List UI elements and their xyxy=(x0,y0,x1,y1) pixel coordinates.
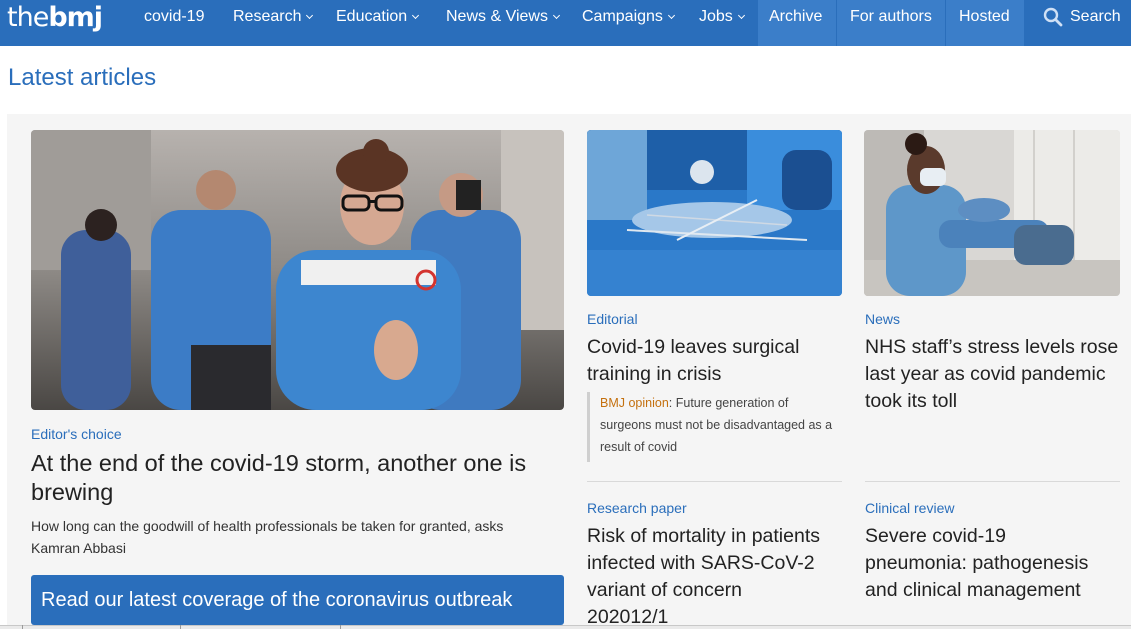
nav-covid-19[interactable]: covid-19 xyxy=(144,0,204,46)
article-image-nhs-staff[interactable] xyxy=(864,130,1120,296)
logo-text-the: the xyxy=(7,2,49,33)
nav-archive-label: Archive xyxy=(769,8,823,25)
article-kicker[interactable]: Research paper xyxy=(587,500,687,516)
nav-news-views[interactable]: News & Views xyxy=(446,0,561,46)
opinion-text: result of covid xyxy=(600,440,678,454)
article-kicker[interactable]: News xyxy=(865,311,900,327)
nav-hosted-label: Hosted xyxy=(959,8,1010,25)
nav-label: Campaigns xyxy=(582,8,663,25)
page-title: Latest articles xyxy=(8,64,157,91)
headline-line: took its toll xyxy=(865,390,958,412)
opinion-text: : Future generation of xyxy=(668,396,789,410)
opinion-line: BMJ opinion: Future generation of xyxy=(600,392,842,414)
logo-text-bmj: bmj xyxy=(48,2,103,33)
featured-headline[interactable]: At the end of the covid-19 storm, anothe… xyxy=(31,449,564,506)
nav-for-authors[interactable]: For authors xyxy=(837,0,945,46)
nav-hosted[interactable]: Hosted xyxy=(946,0,1024,46)
nhs-worker-photo xyxy=(864,130,1120,296)
nav-research[interactable]: Research xyxy=(233,0,314,46)
tab-separator xyxy=(22,625,23,629)
featured-headline-line: brewing xyxy=(31,478,114,505)
nav-for-authors-label: For authors xyxy=(850,8,932,25)
nav-archive[interactable]: Archive xyxy=(758,0,836,46)
chevron-down-icon xyxy=(667,11,675,20)
nav-jobs[interactable]: Jobs xyxy=(699,0,745,46)
chevron-down-icon xyxy=(737,11,745,20)
chevron-down-icon xyxy=(412,11,420,20)
search-icon xyxy=(1043,7,1063,27)
headline-line: infected with SARS-CoV-2 xyxy=(587,552,815,574)
article-headline[interactable]: NHS staff’s stress levels rose last year… xyxy=(865,334,1125,415)
headline-line: variant of concern xyxy=(587,579,743,601)
opinion-label: BMJ opinion xyxy=(600,396,669,410)
nav-label: Education xyxy=(336,8,408,25)
tab-separator xyxy=(340,625,341,629)
headline-line: and clinical management xyxy=(865,579,1081,601)
nav-label: Research xyxy=(233,8,302,25)
opinion-link[interactable]: BMJ opinion: Future generation of surgeo… xyxy=(587,392,842,462)
standfirst-line: How long can the goodwill of health prof… xyxy=(31,518,504,534)
article-kicker[interactable]: Clinical review xyxy=(865,500,954,516)
nav-label: covid-19 xyxy=(144,8,205,25)
article-kicker[interactable]: Editorial xyxy=(587,311,638,327)
nav-label: News & Views xyxy=(446,8,548,25)
headline-line: NHS staff’s stress levels rose xyxy=(865,336,1119,358)
opinion-text: surgeons must not be disadvantaged as a xyxy=(600,418,833,432)
tab-separator xyxy=(180,625,181,629)
divider xyxy=(865,481,1120,482)
article-headline[interactable]: Severe covid-19 pneumonia: pathogenesis … xyxy=(865,523,1125,604)
nav-education[interactable]: Education xyxy=(336,0,420,46)
nav-campaigns[interactable]: Campaigns xyxy=(582,0,675,46)
headline-line: Covid-19 leaves surgical xyxy=(587,336,800,358)
headline-line: pneumonia: pathogenesis xyxy=(865,552,1089,574)
featured-kicker[interactable]: Editor's choice xyxy=(31,426,122,442)
standfirst-line: Kamran Abbasi xyxy=(31,539,126,556)
search-label: Search xyxy=(1070,8,1121,25)
article-headline[interactable]: Risk of mortality in patients infected w… xyxy=(587,523,842,629)
headline-line: last year as covid pandemic xyxy=(865,363,1106,385)
bmj-logo[interactable]: the bmj xyxy=(7,2,103,36)
search-button[interactable]: Search xyxy=(1036,0,1131,46)
headline-line: Severe covid-19 xyxy=(865,525,1006,547)
featured-standfirst: How long can the goodwill of health prof… xyxy=(31,516,564,559)
divider xyxy=(587,481,842,482)
article-headline[interactable]: Covid-19 leaves surgical training in cri… xyxy=(587,334,842,388)
bottom-strip xyxy=(0,625,1131,629)
featured-headline-line: At the end of the covid-19 storm, anothe… xyxy=(31,450,527,476)
chevron-down-icon xyxy=(552,11,561,20)
nav-label: Jobs xyxy=(699,8,733,25)
chevron-down-icon xyxy=(306,11,314,20)
coronavirus-coverage-button[interactable]: Read our latest coverage of the coronavi… xyxy=(31,575,564,625)
surgery-photo xyxy=(587,130,842,296)
nurse-photo xyxy=(31,130,564,410)
headline-line: training in crisis xyxy=(587,363,722,385)
featured-article-image[interactable] xyxy=(31,130,564,410)
headline-line: Risk of mortality in patients xyxy=(587,525,821,547)
article-image-surgery[interactable] xyxy=(587,130,842,296)
top-navigation: the bmj covid-19 Research Education News … xyxy=(0,0,1131,46)
